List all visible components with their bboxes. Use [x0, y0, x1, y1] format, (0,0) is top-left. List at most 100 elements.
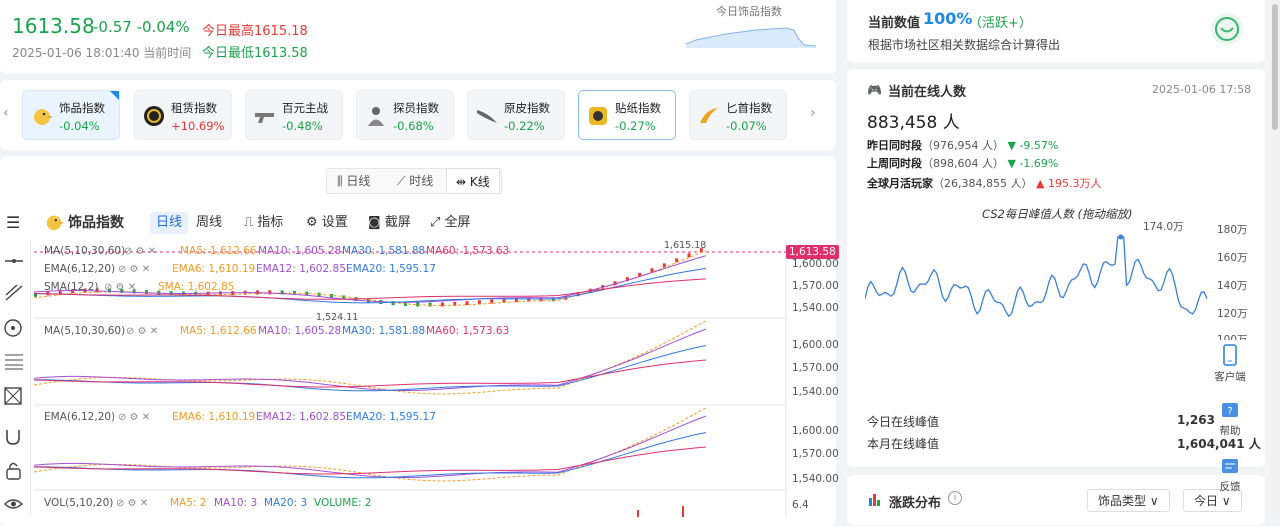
candle: [428, 302, 432, 307]
ma10-value: MA10: 1,605.28: [258, 245, 342, 257]
fibonacci-tool-icon[interactable]: [3, 352, 25, 370]
ma-line: [34, 415, 707, 478]
svg-text:?: ?: [1227, 406, 1232, 417]
ma5-value: MA5: 1,612.66: [180, 245, 257, 257]
circle-tool-icon[interactable]: [3, 318, 25, 338]
ma60-value: MA60: 1,573.63: [426, 325, 510, 337]
tab-kline[interactable]: ⇹ K线: [446, 168, 500, 194]
indicator-controls[interactable]: ⊘ ⚙ ✕: [124, 246, 156, 257]
indicator-controls[interactable]: ⊘ ⚙ ✕: [116, 498, 148, 509]
y-tick: 160万: [1217, 252, 1248, 264]
tab-label: K线: [469, 175, 490, 189]
help-action[interactable]: ? 帮助: [1207, 402, 1253, 438]
indicator-button[interactable]: ⎍ 指标: [244, 212, 283, 234]
indicator-controls[interactable]: ⊘ ⚙ ✕: [104, 282, 136, 293]
activity-value: 100%: [923, 9, 973, 28]
activity-desc: 根据市场社区相关数据综合计算得出: [868, 38, 1061, 52]
category-item-agent-index[interactable]: 探员指数 -0.68%: [356, 90, 454, 140]
knife-icon: [477, 110, 497, 123]
y-tick: 180万: [1217, 224, 1248, 236]
period-day-button[interactable]: 日线: [150, 212, 189, 234]
toolbar-divider: [30, 240, 31, 517]
help-label: 帮助: [1219, 425, 1241, 437]
period-week-button[interactable]: 周线: [196, 212, 222, 234]
info-icon[interactable]: i: [948, 491, 962, 505]
screenshot-button[interactable]: ◙ 截屏: [368, 212, 411, 234]
fullscreen-button[interactable]: ⤢ 全屏: [430, 212, 471, 234]
category-name: 租赁指数: [171, 101, 217, 115]
today-sparkline: [686, 27, 817, 48]
today-low: 今日最低1613.58: [202, 46, 308, 61]
peak-players-chart[interactable]: [865, 219, 1211, 399]
magnet-icon[interactable]: [3, 426, 25, 446]
category-item-hundred-rifle[interactable]: 百元主战 -0.48%: [245, 90, 343, 140]
category-item-jewelry-index[interactable]: 饰品指数 -0.04%: [22, 90, 120, 140]
shape-tool-icon[interactable]: [3, 386, 25, 406]
index-header: 1613.58 -0.57 -0.04% 今日最高1615.18 2025-01…: [0, 0, 836, 74]
horizontal-line-tool-icon[interactable]: [3, 252, 25, 270]
activity-card: 当前数值 100% （活跃+） 根据市场社区相关数据综合计算得出: [847, 0, 1265, 62]
fullscreen-icon: ⤢: [430, 215, 441, 230]
ma10-value: MA10: 1,605.28: [258, 325, 342, 337]
client-action[interactable]: 客户端: [1207, 344, 1253, 384]
ema6-value: EMA6: 1,610.19: [172, 411, 256, 423]
scrollbar-thumb[interactable]: [1272, 4, 1278, 130]
peak-point: [1118, 234, 1124, 240]
indicator-controls[interactable]: ⊘ ⚙ ✕: [118, 412, 150, 423]
y-tick: 1,540.00: [792, 302, 839, 314]
y-tick: 100万: [1217, 334, 1248, 340]
trend-line-tool-icon[interactable]: [3, 284, 25, 302]
page-scrollbar[interactable]: [1270, 0, 1280, 517]
ma30-value: MA30: 1,581.88: [342, 245, 426, 257]
settings-button[interactable]: ⚙ 设置: [306, 212, 348, 234]
y-tick: 1,600.00: [792, 258, 839, 270]
carousel-next-arrow[interactable]: ›: [810, 105, 816, 121]
bar-chart-icon: ⫼: [337, 174, 343, 188]
tab-hourly[interactable]: ⟋ 时线: [388, 168, 442, 194]
category-change: -0.04%: [59, 119, 100, 133]
distribution-title: 涨跌分布: [889, 496, 942, 511]
button-label: 截屏: [384, 215, 411, 230]
button-label: 全屏: [444, 215, 471, 230]
ema-legend-title: EMA(6,12,20): [44, 263, 116, 275]
feedback-action[interactable]: 反馈: [1207, 458, 1253, 494]
month-peak-label: 本月在线峰值: [867, 437, 940, 451]
phone-icon: [1223, 344, 1237, 366]
gear-icon: ⚙: [306, 215, 318, 230]
type-select[interactable]: 饰品类型 ∨: [1087, 489, 1170, 512]
category-item-rental-index[interactable]: 租赁指数 +10.69%: [134, 90, 232, 140]
ema12-value: EMA12: 1,602.85: [256, 411, 346, 423]
monthly-players: 全球月活玩家（26,384,855 人） ▲ 195.3万人: [867, 177, 1102, 190]
index-change: -0.57 -0.04%: [93, 18, 190, 36]
ema20-value: EMA20: 1,595.17: [346, 263, 436, 275]
volume-bars: [637, 506, 684, 517]
category-item-sticker-index[interactable]: 贴纸指数 -0.27%: [578, 90, 676, 140]
category-name: 贴纸指数: [615, 101, 661, 115]
category-item-dagger-index[interactable]: 匕首指数 -0.07%: [689, 90, 787, 140]
chick-icon: [46, 215, 64, 231]
online-count: 883,458 人: [867, 113, 960, 133]
ma-legend-title: MA(5,10,30,60): [44, 325, 126, 337]
category-name: 饰品指数: [59, 101, 105, 115]
yesterday-compare: 昨日同时段（976,954 人） ▼ -9.57%: [867, 139, 1059, 152]
select-label: 饰品类型: [1098, 494, 1147, 508]
y-tick: 1,570.00: [792, 362, 839, 374]
indicator-controls[interactable]: ⊘ ⚙ ✕: [126, 326, 158, 337]
client-label: 客户端: [1214, 371, 1246, 383]
current-time: 2025-01-06 18:01:40 当前时间: [12, 46, 192, 60]
y-tick: 140万: [1217, 280, 1248, 292]
category-item-raw-skin-index[interactable]: 原皮指数 -0.22%: [467, 90, 565, 140]
carousel-prev-arrow[interactable]: ‹: [3, 105, 9, 121]
max-price-label: 1,615.18: [664, 240, 707, 251]
main-ma-lines: [34, 250, 707, 307]
tab-daily[interactable]: ⫼ 日线: [328, 168, 379, 194]
health-badge-icon: [1211, 13, 1243, 45]
ma30-value: MA30: 1,581.88: [342, 325, 426, 337]
volume-value: VOLUME: 2: [314, 497, 372, 509]
chick-icon: [34, 109, 53, 125]
indicator-controls[interactable]: ⊘ ⚙ ✕: [118, 264, 150, 275]
menu-collapse-icon[interactable]: ☰: [6, 213, 20, 232]
eye-icon[interactable]: [3, 494, 25, 514]
candlestick-icon: ⇹: [456, 175, 467, 189]
lock-icon[interactable]: [3, 460, 25, 480]
